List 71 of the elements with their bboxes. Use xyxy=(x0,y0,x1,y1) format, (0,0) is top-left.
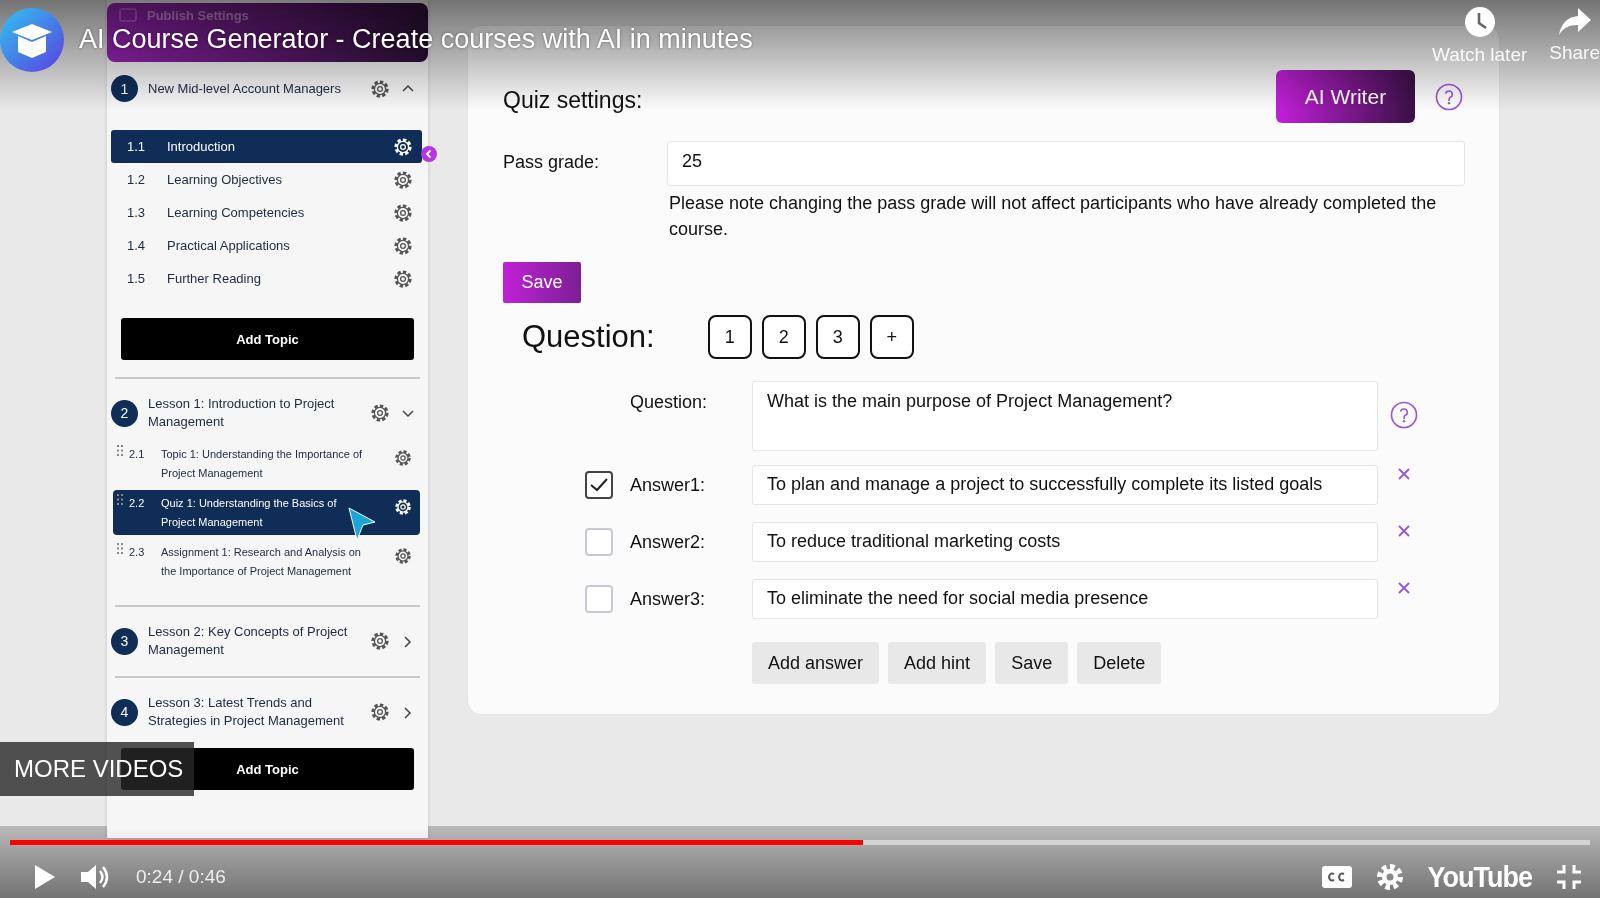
topic-item[interactable]: 1.4 Practical Applications xyxy=(111,229,422,262)
action-button[interactable]: Add answer xyxy=(752,642,880,684)
section-title[interactable]: Lesson 2: Key Concepts of Project Management xyxy=(148,623,360,659)
action-button[interactable]: Add hint xyxy=(888,642,987,684)
section-number: 4 xyxy=(111,698,138,726)
question-field[interactable]: What is the main purpose of Project Management? xyxy=(752,381,1378,451)
settings-icon[interactable] xyxy=(370,702,390,722)
settings-icon[interactable] xyxy=(393,169,413,190)
topic-item[interactable]: 1.5 Further Reading xyxy=(111,262,422,295)
field-label: Answer1: xyxy=(630,474,707,496)
save-button[interactable]: Save xyxy=(503,262,581,303)
section-title[interactable]: New Mid-level Account Managers xyxy=(148,79,360,98)
exit-fullscreen-icon[interactable] xyxy=(1556,864,1582,890)
section-number: 2 xyxy=(111,399,138,427)
section-title[interactable]: Lesson 3: Latest Trends and Strategies in Project Management xyxy=(148,694,360,730)
ai-writer-button[interactable]: AI Writer xyxy=(1276,70,1415,123)
time-display: 0:24 / 0:46 xyxy=(136,866,227,888)
field-label: Question: xyxy=(630,391,709,413)
settings-icon[interactable] xyxy=(370,631,390,651)
question-tab[interactable]: 2 xyxy=(761,315,806,359)
question-tab[interactable]: 1 xyxy=(707,315,752,359)
topic-item[interactable]: 1.1 Introduction xyxy=(111,130,422,163)
play-icon[interactable] xyxy=(34,864,56,890)
section-number: 1 xyxy=(111,75,138,102)
question-tab[interactable]: 3 xyxy=(815,315,860,359)
drag-handle-icon[interactable] xyxy=(117,445,123,456)
progress-bar[interactable] xyxy=(10,840,1590,845)
section-title[interactable]: Lesson 1: Introduction to Project Management xyxy=(148,395,360,431)
check-icon xyxy=(590,478,608,492)
drag-handle-icon[interactable] xyxy=(117,543,123,554)
question-tab[interactable]: + xyxy=(869,315,914,359)
action-button[interactable]: Delete xyxy=(1077,642,1162,684)
drag-handle-icon[interactable] xyxy=(117,494,123,505)
settings-icon[interactable] xyxy=(393,268,413,289)
action-button[interactable]: Save xyxy=(995,642,1069,684)
settings-icon[interactable] xyxy=(393,202,413,223)
answer-field[interactable]: To plan and manage a project to successfully complete its listed goals xyxy=(752,465,1378,505)
settings-icon[interactable] xyxy=(394,449,412,467)
field-label: Answer2: xyxy=(630,531,707,553)
youtube-logo[interactable]: YouTube xyxy=(1427,859,1532,895)
topic-item[interactable]: 1.2 Learning Objectives xyxy=(111,163,422,196)
settings-icon[interactable] xyxy=(370,403,390,423)
settings-icon[interactable] xyxy=(393,235,413,256)
channel-logo-icon[interactable] xyxy=(0,8,64,72)
close-icon[interactable] xyxy=(1397,581,1411,595)
note-text: Please note changing the pass grade will not affect participants who have already completed the course. xyxy=(669,192,1438,241)
answer-field[interactable]: To eliminate the need for social media presence xyxy=(752,579,1378,619)
field-label: Pass grade: xyxy=(503,151,601,174)
add-topic-button[interactable]: Add Topic xyxy=(121,318,414,360)
checkbox[interactable] xyxy=(585,471,613,499)
topic-item[interactable]: 2.3 Assignment 1: Research and Analysis on the Importance of Project Management xyxy=(113,539,420,584)
settings-icon[interactable] xyxy=(370,78,390,99)
help-icon[interactable] xyxy=(1390,401,1418,429)
topic-item[interactable]: 2.1 Topic 1: Understanding the Importance of Project Management xyxy=(113,441,420,486)
share-icon xyxy=(1557,6,1592,36)
help-icon[interactable] xyxy=(1435,82,1463,111)
more-videos-button[interactable]: MORE VIDEOS xyxy=(0,742,194,796)
section-number: 3 xyxy=(111,627,138,655)
settings-icon[interactable] xyxy=(394,547,412,565)
question-heading: Question: xyxy=(522,319,655,355)
topic-item[interactable]: 1.3 Learning Competencies xyxy=(111,196,422,229)
close-icon[interactable] xyxy=(1397,524,1411,538)
cursor-icon xyxy=(347,506,377,542)
answer-field[interactable]: To reduce traditional marketing costs xyxy=(752,522,1378,562)
pass-grade-field[interactable]: 25 xyxy=(667,141,1465,186)
close-icon[interactable] xyxy=(1397,467,1411,481)
field-label: Answer3: xyxy=(630,588,707,610)
chevron-left-icon[interactable] xyxy=(421,146,437,162)
captions-icon[interactable] xyxy=(1321,866,1352,888)
quiz-settings-heading: Quiz settings: xyxy=(503,86,644,114)
topic-item[interactable]: 2.2 Quiz 1: Understanding the Basics of Project Management xyxy=(113,490,420,535)
